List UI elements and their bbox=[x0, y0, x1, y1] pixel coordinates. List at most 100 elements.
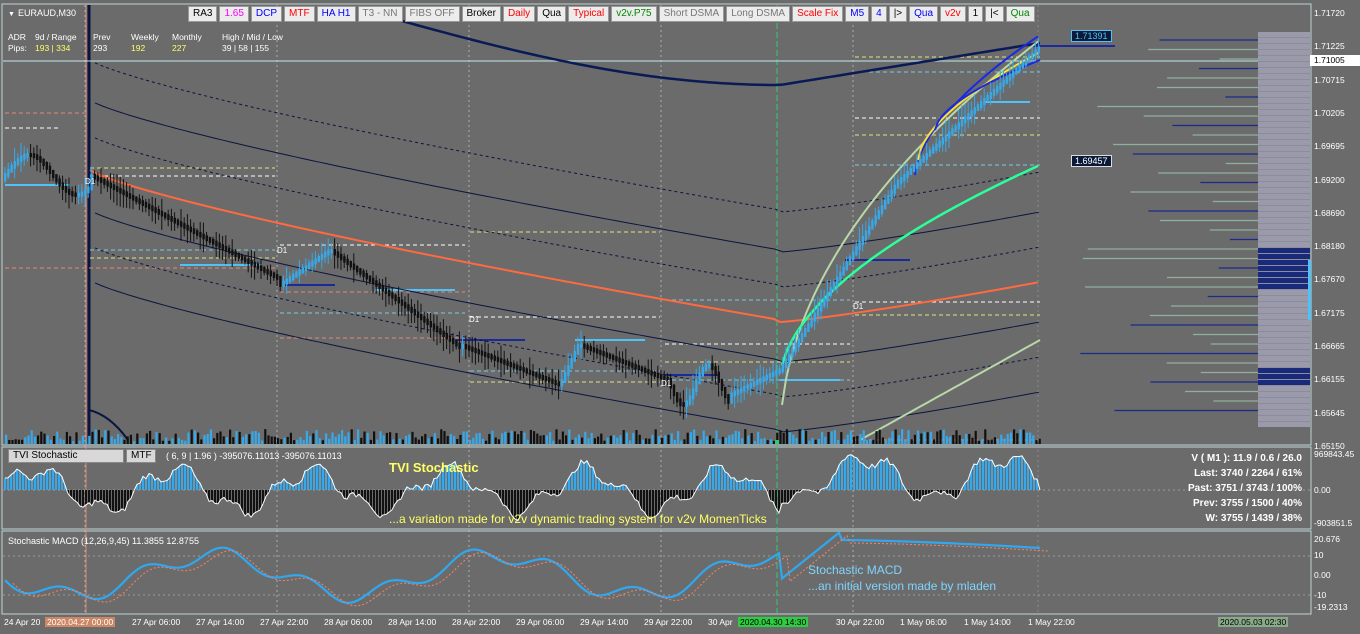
adr-h2: 9d / Range bbox=[35, 32, 77, 42]
time-tick: 28 Apr 22:00 bbox=[452, 617, 501, 627]
toolbar-button-5[interactable]: T3 - NN bbox=[357, 6, 403, 22]
tvi-info-line: Last: 3740 / 2264 / 61% bbox=[1194, 468, 1302, 479]
price-tick: 1.65645 bbox=[1314, 407, 1345, 418]
d1-label: D1 bbox=[853, 302, 864, 311]
d1-label: D1 bbox=[661, 379, 672, 388]
adr-h5: Monthly bbox=[172, 32, 202, 42]
toolbar-button-15[interactable]: M5 bbox=[845, 6, 870, 22]
toolbar-button-21[interactable]: |< bbox=[985, 6, 1004, 22]
toolbar-button-9[interactable]: Qua bbox=[537, 6, 567, 22]
price-tick: 1.67670 bbox=[1314, 274, 1345, 285]
tvi-info-line: Prev: 3755 / 1500 / 40% bbox=[1193, 498, 1302, 509]
time-tick: 1 May 14:00 bbox=[964, 617, 1011, 627]
tvi-heading: TVI Stochastic bbox=[389, 460, 479, 475]
tvi-info-line: W: 3755 / 1439 / 38% bbox=[1205, 513, 1302, 524]
price-tick: 1.66155 bbox=[1314, 374, 1345, 385]
time-tick: 30 Apr 22:00 bbox=[836, 617, 885, 627]
macd-caption: ...an initial version made by mladen bbox=[808, 579, 997, 593]
tvi-info-panel: V ( M1 ): 11.9 / 0.6 / 26.0 Last: 3740 / … bbox=[1188, 451, 1302, 526]
current-price-label: 1.71005 bbox=[1310, 55, 1360, 66]
adr-panel: ADR 9d / Range Prev Weekly Monthly High … bbox=[8, 32, 283, 54]
macd-axis-10: 10 bbox=[1314, 550, 1324, 560]
toolbar-button-4[interactable]: HA H1 bbox=[316, 6, 356, 22]
tvi-caption: ...a variation made for v2v dynamic trad… bbox=[389, 512, 767, 526]
symbol-label: ▼ EURAUD,M30 bbox=[8, 8, 76, 18]
price-tick: 1.70715 bbox=[1314, 74, 1345, 85]
adr-h1: ADR bbox=[8, 32, 26, 42]
adr-r4: 192 bbox=[131, 43, 146, 53]
time-tick: 29 Apr 22:00 bbox=[644, 617, 693, 627]
tvi-axis-bottom: -903851.5 bbox=[1314, 518, 1353, 528]
price-tick: 1.69200 bbox=[1314, 174, 1345, 185]
d1-label: D1 bbox=[85, 177, 96, 186]
time-tick: 1 May 22:00 bbox=[1028, 617, 1075, 627]
toolbar-button-14[interactable]: Scale Fix bbox=[792, 6, 844, 22]
dropdown-icon: ▼ bbox=[8, 11, 15, 18]
upper-price-tag: 1.71391 bbox=[1071, 30, 1112, 42]
time-tick: 30 Apr bbox=[708, 617, 733, 627]
macd-axis-bottom: -19.2313 bbox=[1314, 602, 1348, 612]
adr-h3: Prev bbox=[93, 32, 111, 42]
time-tick: 28 Apr 14:00 bbox=[388, 617, 437, 627]
tvi-axis-top: 969843.45 bbox=[1314, 449, 1355, 459]
d1-label: D1 bbox=[469, 315, 480, 324]
time-tick: 27 Apr 06:00 bbox=[132, 617, 181, 627]
time-tick: 2020.05.03 02:30 bbox=[1218, 617, 1289, 627]
toolbar-button-7[interactable]: Broker bbox=[461, 6, 501, 22]
price-tick: 1.71720 bbox=[1314, 8, 1345, 18]
adr-h6: High / Mid / Low bbox=[222, 32, 283, 42]
toolbar-button-11[interactable]: v2v.P75 bbox=[611, 6, 657, 22]
toolbar-button-16[interactable]: 4 bbox=[871, 6, 887, 22]
price-tick: 1.68690 bbox=[1314, 207, 1345, 218]
time-tick: 29 Apr 06:00 bbox=[516, 617, 565, 627]
toolbar-button-3[interactable]: MTF bbox=[284, 6, 315, 22]
time-tick: 2020.04.27 00:00 bbox=[45, 617, 116, 627]
toolbar-button-18[interactable]: Qua bbox=[909, 6, 939, 22]
macd-axis-top: 20.676 bbox=[1314, 534, 1340, 544]
toolbar-button-10[interactable]: Typical bbox=[568, 6, 610, 22]
price-tick: 1.66665 bbox=[1314, 341, 1345, 351]
time-tick: 28 Apr 06:00 bbox=[324, 617, 373, 627]
macd-axis-m10: -10 bbox=[1314, 590, 1327, 600]
indicator-toolbar: RA3 1.65 DCP MTF HA H1 T3 - NN FIBS OFF Broker D… bbox=[188, 6, 1037, 22]
macd-title: Stochastic MACD (12,26,9,45) 11.3855 12.… bbox=[8, 536, 199, 546]
toolbar-button-22[interactable]: Qua bbox=[1005, 6, 1035, 22]
adr-h4: Weekly bbox=[131, 32, 159, 42]
adr-r2: 193 | 334 bbox=[35, 43, 71, 53]
tvi-params: ( 6, 9 | 1.96 ) -395076.11013 -395076.11… bbox=[166, 451, 342, 461]
adr-r1: Pips: bbox=[8, 43, 27, 53]
toolbar-button-19[interactable]: v2v bbox=[940, 6, 966, 22]
toolbar-button-6[interactable]: FIBS OFF bbox=[404, 6, 460, 22]
tvi-info-line: V ( M1 ): 11.9 / 0.6 / 26.0 bbox=[1191, 453, 1302, 464]
tvi-mtf-button[interactable]: MTF bbox=[126, 449, 156, 463]
toolbar-button-20[interactable]: 1 bbox=[967, 6, 984, 22]
toolbar-button-8[interactable]: Daily bbox=[502, 6, 536, 22]
tvi-title[interactable]: TVI Stochastic bbox=[8, 449, 124, 463]
adr-r3: 293 bbox=[93, 43, 108, 53]
tvi-axis-zero: 0.00 bbox=[1314, 485, 1331, 495]
toolbar-button-12[interactable]: Short DSMA bbox=[658, 6, 725, 22]
time-tick: 24 Apr 20 bbox=[4, 617, 41, 627]
toolbar-button-2[interactable]: DCP bbox=[250, 6, 283, 22]
time-tick: 1 May 06:00 bbox=[900, 617, 947, 627]
adr-r5: 227 bbox=[172, 43, 187, 53]
price-tick: 1.69695 bbox=[1314, 141, 1345, 152]
toolbar-button-17[interactable]: |> bbox=[888, 6, 908, 22]
toolbar-button-0[interactable]: RA3 bbox=[188, 6, 218, 22]
price-tick: 1.67175 bbox=[1314, 307, 1345, 318]
tvi-info-line: Past: 3751 / 3743 / 100% bbox=[1188, 483, 1302, 494]
toolbar-button-13[interactable]: Long DSMA bbox=[726, 6, 791, 22]
adr-r6: 39 | 58 | 155 bbox=[222, 43, 269, 53]
time-tick: 29 Apr 14:00 bbox=[580, 617, 629, 627]
price-tick: 1.68180 bbox=[1314, 241, 1345, 252]
macd-axis-zero: 0.00 bbox=[1314, 570, 1331, 580]
chart-canvas[interactable] bbox=[0, 0, 1360, 634]
lower-price-tag: 1.69457 bbox=[1071, 155, 1112, 167]
price-tick: 1.70205 bbox=[1314, 107, 1345, 118]
time-tick: 27 Apr 22:00 bbox=[260, 617, 309, 627]
price-tick: 1.71225 bbox=[1314, 41, 1345, 52]
time-tick: 2020.04.30 14:30 bbox=[738, 617, 809, 627]
d1-label: D1 bbox=[277, 246, 288, 255]
macd-heading: Stochastic MACD bbox=[808, 563, 903, 577]
toolbar-button-1[interactable]: 1.65 bbox=[219, 6, 249, 22]
